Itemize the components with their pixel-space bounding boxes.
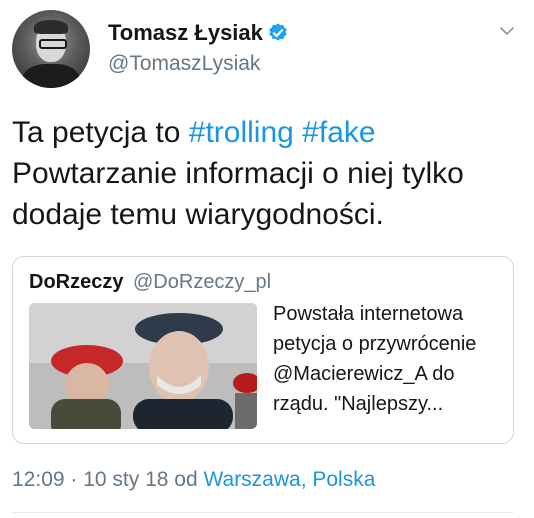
hashtag-fake-link[interactable]: #fake: [302, 116, 375, 149]
tweet-location-link[interactable]: Warszawa, Polska: [203, 468, 375, 491]
quoted-author-handle: @DoRzeczy_pl: [133, 271, 272, 293]
tweet-text-part: [294, 116, 302, 149]
tweet-timestamp[interactable]: 12:09 · 10 sty 18: [12, 468, 168, 491]
hashtag-trolling-link[interactable]: #trolling: [189, 116, 294, 149]
chevron-down-icon[interactable]: [498, 22, 516, 40]
avatar-glasses: [39, 39, 67, 49]
verified-badge-icon: [269, 23, 287, 41]
tweet-source-prefix: od: [168, 468, 204, 491]
divider: [12, 512, 514, 513]
quoted-tweet-text: Powstała internetowa petycja o przywróce…: [273, 303, 477, 415]
avatar-body: [22, 64, 80, 88]
author-display-name[interactable]: Tomasz Łysiak: [108, 20, 263, 46]
author-handle[interactable]: @TomaszLysiak: [108, 52, 260, 76]
tweet-meta: 12:09 · 10 sty 18 od Warszawa, Polska: [12, 468, 375, 492]
avatar-hair: [34, 20, 68, 34]
author-avatar[interactable]: [12, 10, 90, 88]
tweet-text: Ta petycja to #trolling #fake Powtarzani…: [12, 112, 527, 235]
quoted-tweet-card[interactable]: DoRzeczy @DoRzeczy_pl Powstała interneto…: [12, 256, 514, 444]
quoted-author-name: DoRzeczy: [29, 271, 124, 293]
quoted-tweet-image: [29, 303, 257, 429]
tweet-text-part: Powtarzanie informacji o niej tylko doda…: [12, 157, 464, 231]
tweet-text-part: Ta petycja to: [12, 116, 189, 149]
quoted-photo: [29, 303, 257, 429]
